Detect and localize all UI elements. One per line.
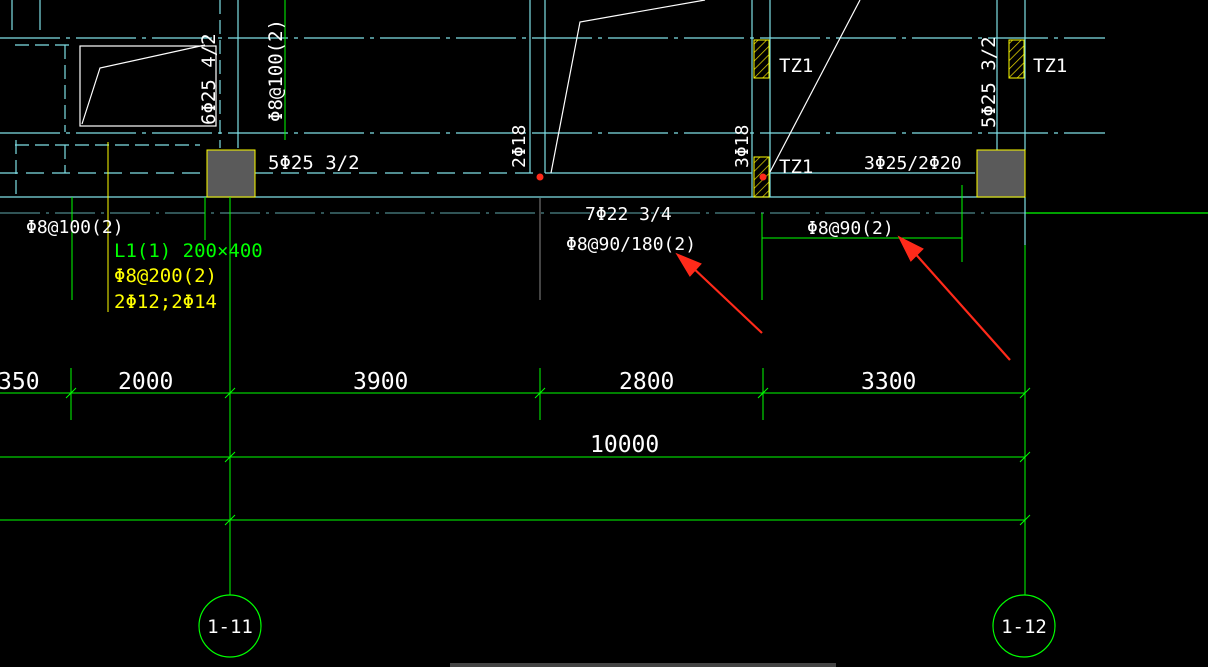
l1-beam-name: L1(1) 200×400 bbox=[114, 240, 263, 262]
red-point-left bbox=[536, 173, 544, 181]
right-opening-diag bbox=[769, 0, 861, 173]
dim-2000: 2000 bbox=[118, 369, 173, 395]
mid-left-vertical: 2Φ18 bbox=[509, 125, 530, 168]
right-stirrup: Φ8@90(2) bbox=[807, 218, 894, 239]
right-beam-rebar: 3Φ25/2Φ20 bbox=[864, 153, 962, 174]
mid-bottom-rebar: 7Φ22 3/4 bbox=[585, 204, 672, 225]
dim-350: 350 bbox=[0, 369, 40, 395]
structural-drawing: 5Φ25 3/2 6Φ25 4/2 Φ8@100(2) Φ8@100(2) L1… bbox=[0, 0, 1208, 667]
l1-stirrup: Φ8@200(2) bbox=[114, 265, 217, 287]
left-col-vertical-rebar: 6Φ25 4/2 bbox=[198, 33, 220, 125]
red-arrow-line-1 bbox=[689, 264, 763, 334]
column-right bbox=[976, 149, 1026, 198]
left-stirrup: Φ8@100(2) bbox=[26, 217, 124, 238]
column-left bbox=[206, 149, 256, 198]
tz1-lower: TZ1 bbox=[779, 156, 813, 178]
tz1-post-right bbox=[1008, 39, 1025, 79]
axis-label-left: 1-11 bbox=[207, 616, 253, 638]
axis-label-right: 1-12 bbox=[1001, 616, 1047, 638]
tz1-top-right: TZ1 bbox=[1033, 55, 1067, 77]
axis-bubbles bbox=[198, 594, 1056, 658]
red-point-right bbox=[759, 173, 767, 181]
tz1-top-mid: TZ1 bbox=[779, 55, 813, 77]
left-col-stirrup: Φ8@100(2) bbox=[265, 19, 287, 122]
red-arrow-line-2 bbox=[911, 249, 1011, 361]
red-arrows bbox=[675, 235, 1011, 361]
tz1-post-mid bbox=[753, 39, 770, 79]
left-opening-diag bbox=[81, 44, 206, 125]
horizontal-scrollbar[interactable] bbox=[450, 663, 836, 667]
cad-drawing-canvas[interactable]: 5Φ25 3/2 6Φ25 4/2 Φ8@100(2) Φ8@100(2) L1… bbox=[0, 0, 1208, 667]
mid-right-vertical: 3Φ18 bbox=[732, 125, 753, 168]
dim-3300: 3300 bbox=[861, 369, 916, 395]
dim-3900: 3900 bbox=[353, 369, 408, 395]
left-beam-top-rebar: 5Φ25 3/2 bbox=[268, 152, 360, 174]
mid-stirrup: Φ8@90/180(2) bbox=[566, 234, 696, 255]
mid-opening-diag bbox=[550, 0, 706, 174]
dim-total: 10000 bbox=[590, 432, 659, 458]
right-col-vertical: 5Φ25 3/2 bbox=[978, 36, 1000, 128]
dim-2800: 2800 bbox=[619, 369, 674, 395]
l1-rebar: 2Φ12;2Φ14 bbox=[114, 291, 217, 313]
text-labels: 5Φ25 3/2 6Φ25 4/2 Φ8@100(2) Φ8@100(2) L1… bbox=[0, 19, 1067, 638]
